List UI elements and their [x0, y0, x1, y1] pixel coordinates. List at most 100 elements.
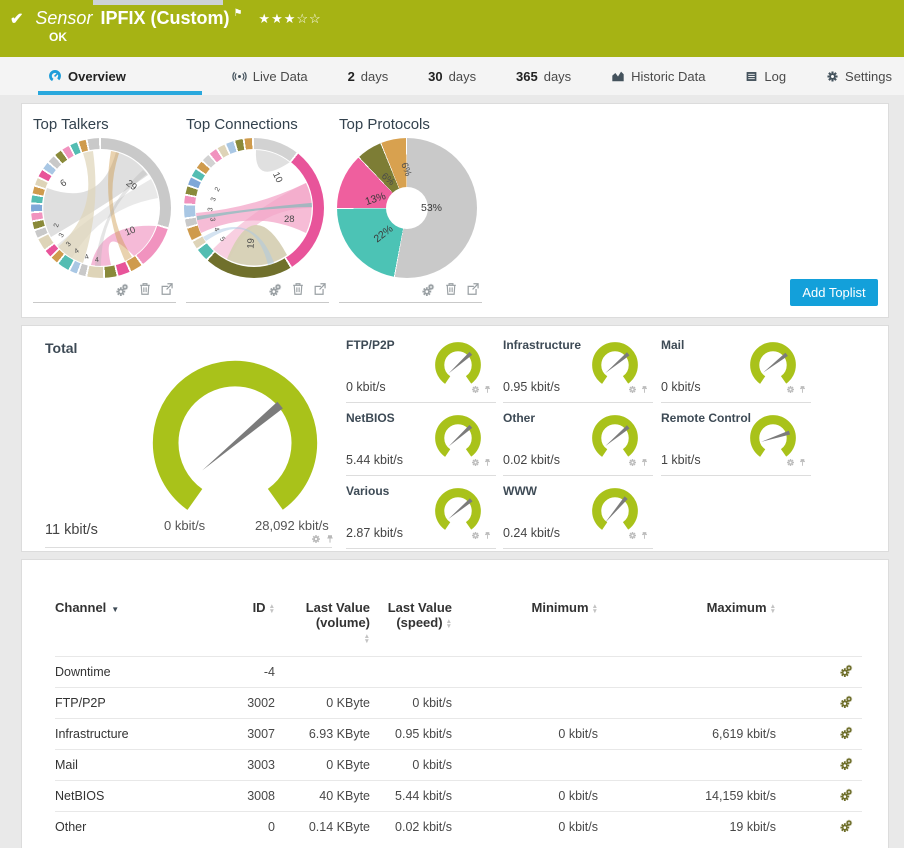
cell-volume: 0 KByte — [326, 758, 370, 772]
tab-30-days[interactable]: 30 days — [418, 57, 486, 95]
external-link-icon[interactable] — [466, 282, 480, 302]
sort-icon — [446, 619, 452, 629]
divider — [45, 547, 332, 548]
cell-volume: 40 KByte — [319, 789, 370, 803]
top-connections-chord-chart[interactable]: 10 28 19 2 3 3 3 4 5 — [184, 138, 324, 278]
table-row-other[interactable]: Other 0 0.14 KByte 0.02 kbit/s 0 kbit/s … — [55, 811, 862, 842]
cell-id: 3008 — [247, 789, 275, 803]
pin-icon[interactable] — [798, 381, 807, 399]
cell-id: 3002 — [247, 696, 275, 710]
channel-settings-icon[interactable] — [839, 756, 854, 774]
external-link-icon[interactable] — [313, 282, 327, 302]
col-header-minimum[interactable]: Minimum — [452, 600, 598, 615]
col-header-last-value-volume[interactable]: Last Value (volume) — [275, 600, 370, 645]
cell-minimum: 0 kbit/s — [558, 820, 598, 834]
settings-gear-icon — [826, 70, 839, 83]
channel-settings-icon[interactable] — [839, 694, 854, 712]
tab-log[interactable]: Log — [735, 57, 796, 95]
pin-icon[interactable] — [483, 527, 492, 545]
total-gauge-value: 11 kbit/s — [45, 522, 98, 538]
chord-label: 19 — [245, 237, 258, 250]
cell-maximum: 19 kbit/s — [729, 820, 776, 834]
cell-channel: Other — [55, 820, 87, 834]
prtg-sensor-page: ✔ Sensor IPFIX (Custom) ⚑ ★★★☆☆ OK Overv… — [0, 0, 904, 848]
mini-gauge-www: WWW 0.24 kbit/s — [503, 476, 653, 549]
pin-icon[interactable] — [640, 381, 649, 399]
col-header-last-value-speed[interactable]: Last Value (speed) — [370, 600, 452, 630]
tab-2-days[interactable]: 2 days — [338, 57, 399, 95]
log-icon — [745, 70, 758, 83]
channel-settings-icon[interactable] — [628, 527, 637, 545]
channel-settings-icon[interactable] — [839, 663, 854, 681]
channel-settings-icon[interactable] — [628, 381, 637, 399]
tab-historic-data[interactable]: Historic Data — [601, 57, 715, 95]
pin-icon[interactable] — [640, 454, 649, 472]
mini-gauge-mail: Mail 0 kbit/s — [661, 330, 811, 403]
cell-id: -4 — [263, 665, 275, 679]
table-row-infrastructure[interactable]: Infrastructure 3007 6.93 KByte 0.95 kbit… — [55, 718, 862, 749]
col-header-id[interactable]: ID — [220, 600, 275, 615]
delete-icon[interactable] — [444, 282, 458, 302]
chord-label: 3 — [208, 217, 216, 222]
col-header-maximum[interactable]: Maximum — [598, 600, 776, 615]
pin-icon[interactable] — [483, 381, 492, 399]
channel-value: 0.02 kbit/s — [503, 453, 560, 467]
channel-settings-icon[interactable] — [839, 725, 854, 743]
channel-settings-icon[interactable] — [471, 454, 480, 472]
tab-settings[interactable]: Settings — [816, 57, 902, 95]
status-badge: OK — [49, 30, 67, 44]
toplist-top-protocols: Top Protocols 53% 22% 13% 6% 6% — [337, 116, 482, 303]
channel-title: Remote Control — [661, 411, 751, 425]
tab-overview[interactable]: Overview — [38, 57, 202, 95]
pin-icon[interactable] — [483, 454, 492, 472]
table-row-downtime[interactable]: Downtime -4 — [55, 656, 862, 687]
channel-value: 0 kbit/s — [661, 380, 701, 394]
top-protocols-donut-chart[interactable]: 53% 22% 13% 6% 6% — [337, 138, 477, 278]
pin-icon[interactable] — [640, 527, 649, 545]
cell-channel: FTP/P2P — [55, 696, 106, 710]
channel-settings-icon[interactable] — [786, 381, 795, 399]
external-link-icon[interactable] — [160, 282, 174, 302]
delete-icon[interactable] — [138, 282, 152, 302]
toplist-settings-icon[interactable] — [115, 282, 130, 302]
priority-stars[interactable]: ★★★☆☆ — [258, 11, 321, 27]
sort-icon — [770, 604, 776, 614]
channel-settings-icon[interactable] — [839, 818, 854, 836]
channel-settings-icon[interactable] — [471, 527, 480, 545]
sensor-header: ✔ Sensor IPFIX (Custom) ⚑ ★★★☆☆ OK — [0, 0, 904, 57]
tab-live-data[interactable]: Live Data — [222, 57, 318, 95]
toplist-settings-icon[interactable] — [421, 282, 436, 302]
toplist-top-connections: Top Connections 10 28 19 2 3 3 3 4 5 — [184, 116, 329, 303]
cell-speed: 0.02 kbit/s — [395, 820, 452, 834]
toplist-settings-icon[interactable] — [268, 282, 283, 302]
channel-settings-icon[interactable] — [628, 454, 637, 472]
delete-icon[interactable] — [291, 282, 305, 302]
channel-value: 5.44 kbit/s — [346, 453, 403, 467]
cell-speed: 0 kbit/s — [412, 696, 452, 710]
toplist-title: Top Connections — [186, 116, 298, 133]
top-talkers-chord-chart[interactable]: 6 29 10 2 3 3 4 4 4 — [31, 138, 171, 278]
table-row-mail[interactable]: Mail 3003 0 KByte 0 kbit/s — [55, 749, 862, 780]
channel-value: 1 kbit/s — [661, 453, 701, 467]
channel-settings-icon[interactable] — [839, 787, 854, 805]
channel-table-panel: Channel ID Last Value(volume) Last Value… — [21, 559, 889, 848]
pin-icon[interactable] — [798, 454, 807, 472]
col-header-channel[interactable]: Channel — [55, 600, 220, 615]
tab-365-days[interactable]: 365 days — [506, 57, 581, 95]
channel-title: NetBIOS — [346, 411, 395, 425]
channel-value: 0.95 kbit/s — [503, 380, 560, 394]
priority-flag-icon[interactable]: ⚑ — [233, 8, 242, 19]
mini-gauge-infrastructure: Infrastructure 0.95 kbit/s — [503, 330, 653, 403]
table-row-netbios[interactable]: NetBIOS 3008 40 KByte 5.44 kbit/s 0 kbit… — [55, 780, 862, 811]
add-toplist-button[interactable]: Add Toplist — [790, 279, 878, 306]
mini-gauge-remote-control: Remote Control 1 kbit/s — [661, 403, 811, 476]
gauge-needle — [202, 401, 283, 471]
channel-settings-icon[interactable] — [471, 381, 480, 399]
chord-label: 4 — [94, 256, 100, 265]
cell-minimum: 0 kbit/s — [558, 727, 598, 741]
table-row-ftp-p2p[interactable]: FTP/P2P 3002 0 KByte 0 kbit/s — [55, 687, 862, 718]
divider — [186, 302, 329, 303]
chord-ribbons — [196, 150, 312, 266]
channel-settings-icon[interactable] — [786, 454, 795, 472]
cell-volume: 0.14 KByte — [308, 820, 370, 834]
